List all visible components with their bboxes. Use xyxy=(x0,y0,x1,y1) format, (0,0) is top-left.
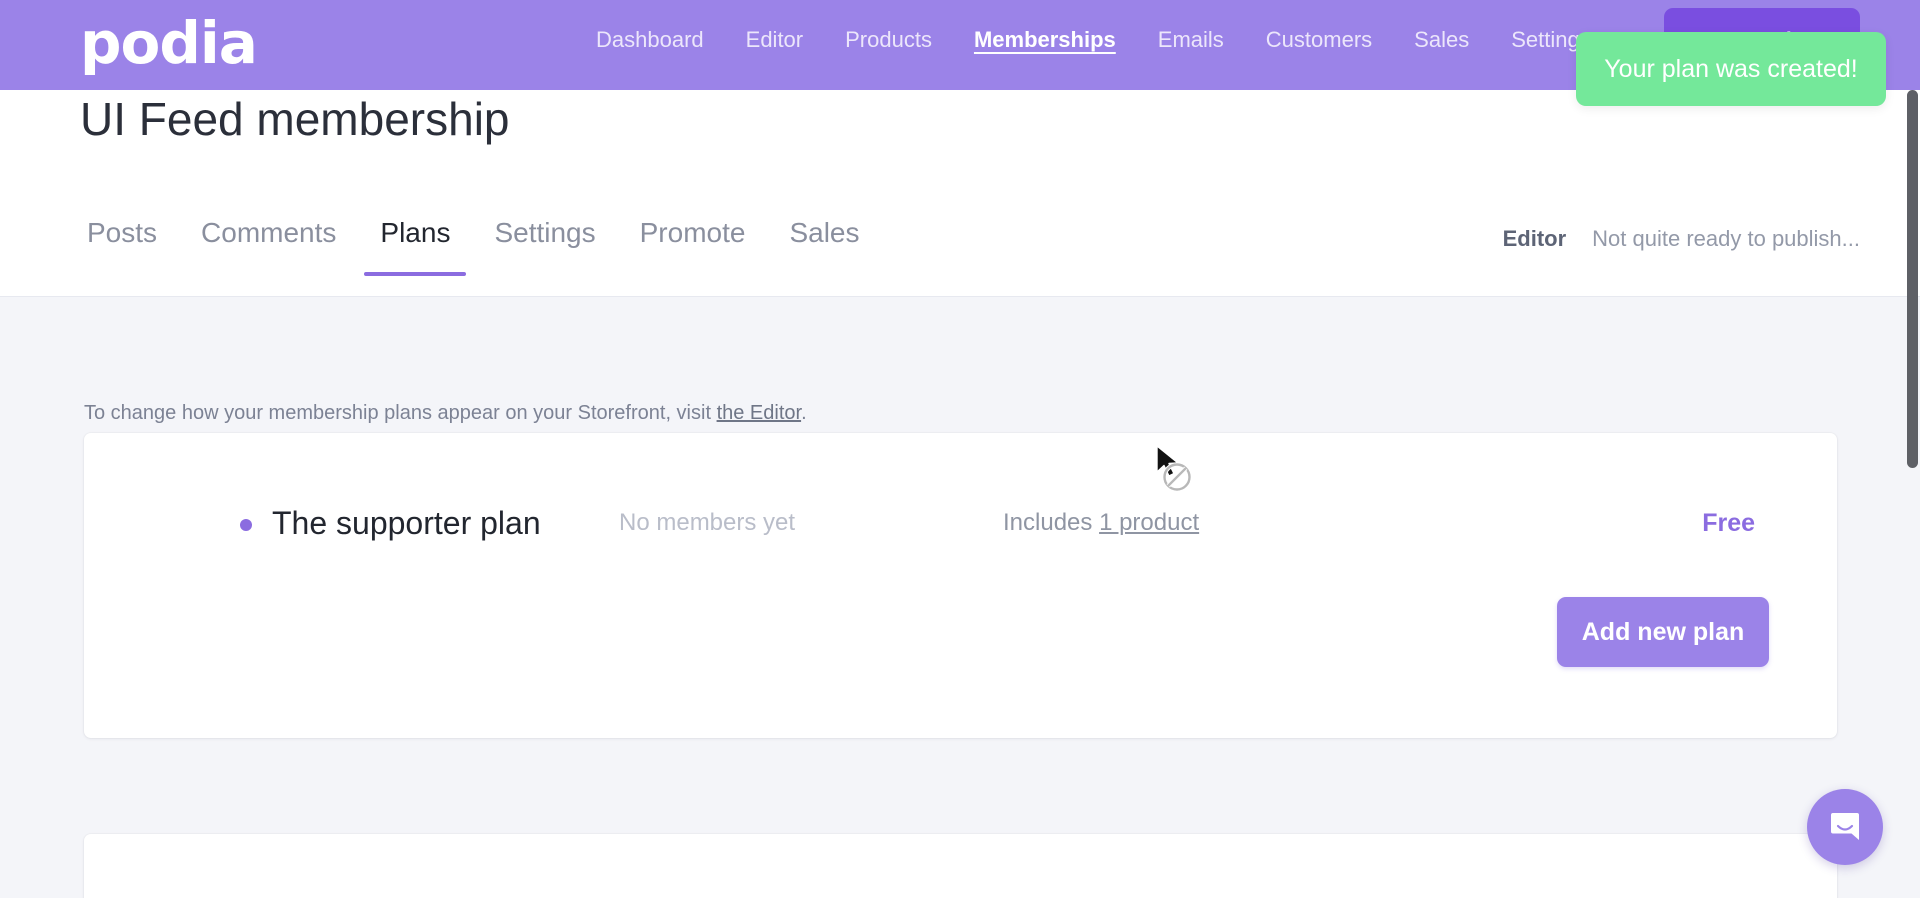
tab-promote[interactable]: Promote xyxy=(618,210,768,276)
page-scrollbar-thumb[interactable] xyxy=(1907,90,1918,468)
plan-includes: Includes 1 product xyxy=(1003,493,1199,553)
tab-list: Posts Comments Plans Settings Promote Sa… xyxy=(65,210,882,276)
helper-prefix: To change how your membership plans appe… xyxy=(84,402,717,424)
primary-nav-links: Dashboard Editor Products Memberships Em… xyxy=(575,27,1612,53)
plan-status-dot-icon xyxy=(240,519,252,531)
tab-posts[interactable]: Posts xyxy=(65,210,179,276)
product-tab-bar: Posts Comments Plans Settings Promote Sa… xyxy=(0,196,1920,297)
tab-settings[interactable]: Settings xyxy=(472,210,617,276)
nav-item-sales[interactable]: Sales xyxy=(1393,27,1490,53)
nav-item-products[interactable]: Products xyxy=(824,27,953,53)
tab-promote-label: Promote xyxy=(639,217,746,248)
page-title: UI Feed membership xyxy=(80,92,510,145)
header-editor-link[interactable]: Editor xyxy=(1503,226,1567,252)
plan-price: Free xyxy=(1702,509,1755,537)
nav-item-dashboard[interactable]: Dashboard xyxy=(575,27,725,53)
tab-plans[interactable]: Plans xyxy=(358,210,472,276)
podia-memberships-plans-page: UI Feed membership Posts Comments Plans … xyxy=(0,0,1920,898)
nav-item-customers[interactable]: Customers xyxy=(1245,27,1393,53)
tab-comments-label: Comments xyxy=(201,217,337,248)
plan-includes-prefix: Includes xyxy=(1003,509,1100,536)
podia-logo[interactable]: podia xyxy=(80,14,258,72)
nav-item-emails[interactable]: Emails xyxy=(1137,27,1245,53)
the-editor-link[interactable]: the Editor xyxy=(717,402,802,424)
page-scrollbar-track[interactable] xyxy=(1904,90,1920,898)
header-right-status-group: Editor Not quite ready to publish... xyxy=(1000,226,1920,252)
tab-settings-label: Settings xyxy=(494,217,596,248)
chat-bubble-icon xyxy=(1831,813,1859,840)
tab-sales-label: Sales xyxy=(789,217,860,248)
add-new-plan-button[interactable]: Add new plan xyxy=(1557,597,1769,667)
publish-status-text: Not quite ready to publish... xyxy=(1592,226,1860,251)
plans-card: The supporter plan No members yet Includ… xyxy=(84,433,1837,738)
tab-plans-label: Plans xyxy=(380,217,451,248)
success-toast[interactable]: Your plan was created! xyxy=(1576,32,1886,106)
tab-comments[interactable]: Comments xyxy=(179,210,358,276)
secondary-card xyxy=(84,834,1837,898)
success-toast-message: Your plan was created! xyxy=(1604,54,1858,83)
plan-name[interactable]: The supporter plan xyxy=(272,493,541,553)
tab-sales[interactable]: Sales xyxy=(767,210,881,276)
tab-posts-label: Posts xyxy=(87,217,158,248)
page-body: To change how your membership plans appe… xyxy=(0,297,1920,898)
nav-item-memberships[interactable]: Memberships xyxy=(953,27,1137,53)
storefront-helper-text: To change how your membership plans appe… xyxy=(84,402,807,425)
helper-suffix: . xyxy=(801,402,807,424)
plan-row: The supporter plan No members yet Includ… xyxy=(84,493,1837,553)
nav-item-editor[interactable]: Editor xyxy=(725,27,824,53)
intercom-launcher-button[interactable] xyxy=(1807,789,1883,865)
plan-member-count: No members yet xyxy=(619,509,796,536)
plan-product-link[interactable]: 1 product xyxy=(1099,509,1199,536)
